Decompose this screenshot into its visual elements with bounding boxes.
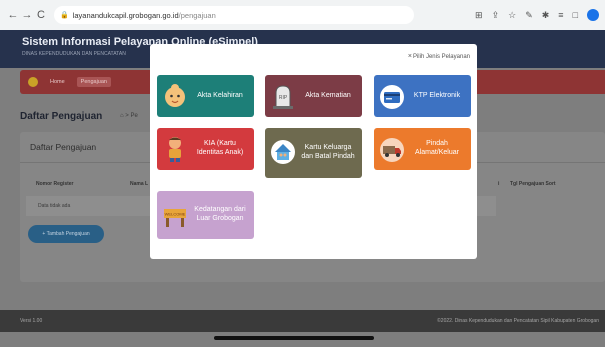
breadcrumb[interactable]: ⌂ > Pe: [120, 113, 138, 119]
address-bar[interactable]: 🔒 layanandukcapil.grobogan.go.id/pengaju…: [54, 6, 414, 24]
moving-truck-icon: [380, 138, 404, 162]
tombstone-icon: RIP: [273, 85, 293, 109]
nav-home[interactable]: Home: [46, 77, 69, 87]
close-icon[interactable]: ×: [408, 53, 412, 60]
column-header-nama[interactable]: Nama L: [130, 181, 148, 187]
window-icon[interactable]: □: [573, 10, 578, 20]
service-label: Akta Kematian: [305, 91, 351, 99]
card-title: Daftar Pengajuan: [30, 142, 97, 152]
browser-extension-icons: ⊞ ⇪ ☆ ✎ ✱ ≡ □: [475, 9, 599, 21]
service-label: KIA (Kartu Identitas Anak): [196, 140, 244, 156]
add-pengajuan-button[interactable]: + Tambah Pengajuan: [28, 225, 104, 243]
service-label: KTP Elektronik: [413, 91, 461, 99]
lock-icon: 🔒: [60, 12, 69, 19]
family-house-icon: [271, 140, 295, 164]
service-label: Pindah Alamat/Keluar: [415, 140, 459, 156]
url-path: /pengajuan: [178, 10, 216, 20]
translate-icon[interactable]: ⊞: [475, 10, 483, 21]
modal-title: Pilih Jenis Pelayanan: [412, 54, 470, 60]
logo-icon: [28, 77, 38, 87]
profile-avatar[interactable]: [587, 9, 599, 21]
column-header-other[interactable]: i: [498, 181, 499, 187]
back-icon[interactable]: ←: [6, 9, 20, 21]
pen-icon[interactable]: ✎: [525, 10, 533, 21]
child-icon: [169, 137, 181, 162]
forward-icon[interactable]: →: [20, 9, 34, 21]
browser-toolbar: ← → C 🔒 layanandukcapil.grobogan.go.id/p…: [0, 0, 605, 30]
baby-icon: [165, 84, 185, 107]
service-kartu-keluarga[interactable]: Kartu Keluarga dan Batal Pindah: [265, 128, 362, 178]
service-pindah-alamat[interactable]: Pindah Alamat/Keluar: [374, 128, 471, 170]
svg-text:RIP: RIP: [279, 95, 288, 101]
column-header-tgl[interactable]: Tgl Pengajuan Sort: [510, 181, 556, 187]
version-text: Versi 1.00: [20, 318, 43, 324]
page-title: Daftar Pengajuan: [20, 111, 103, 122]
id-card-icon: [380, 85, 404, 109]
service-label: Kartu Keluarga dan Batal Pindah: [301, 144, 355, 160]
service-picker-modal: ×Pilih Jenis Pelayanan Akta Kelahiran RI…: [150, 44, 477, 259]
service-akta-kelahiran[interactable]: Akta Kelahiran: [157, 75, 254, 117]
nav-pengajuan[interactable]: Pengajuan: [76, 77, 111, 87]
service-kedatangan[interactable]: WELCOME Kedatangan dari Luar Grobogan: [157, 191, 254, 239]
reading-list-icon[interactable]: ≡: [558, 10, 563, 20]
service-ktp-elektronik[interactable]: KTP Elektronik: [374, 75, 471, 117]
svg-text:WELCOME: WELCOME: [165, 212, 186, 217]
service-akta-kematian[interactable]: RIP Akta Kematian: [265, 75, 362, 117]
service-label: Akta Kelahiran: [197, 91, 243, 99]
copyright-text: ©2022. Dinas Kependudukan dan Pencatatan…: [437, 318, 599, 324]
share-icon[interactable]: ⇪: [492, 10, 500, 21]
extensions-icon[interactable]: ✱: [542, 10, 550, 21]
empty-message: Data tidak ada: [38, 203, 71, 209]
url-domain: layanandukcapil.grobogan.go.id: [72, 10, 179, 20]
bookmark-star-icon[interactable]: ☆: [508, 10, 516, 21]
modal-header: ×Pilih Jenis Pelayanan: [408, 53, 470, 60]
welcome-sign-icon: WELCOME: [164, 209, 186, 227]
service-label: Kedatangan dari Luar Grobogan: [194, 206, 246, 222]
site-subtitle: DINAS KEPENDUDUKAN DAN PENCATATAN: [22, 51, 126, 57]
home-indicator: [214, 336, 374, 340]
reload-icon[interactable]: C: [34, 9, 48, 21]
service-kia[interactable]: KIA (Kartu Identitas Anak): [157, 128, 254, 170]
site-footer: Versi 1.00 ©2022. Dinas Kependudukan dan…: [0, 310, 605, 332]
column-header-register[interactable]: Nomor Register: [36, 181, 74, 187]
